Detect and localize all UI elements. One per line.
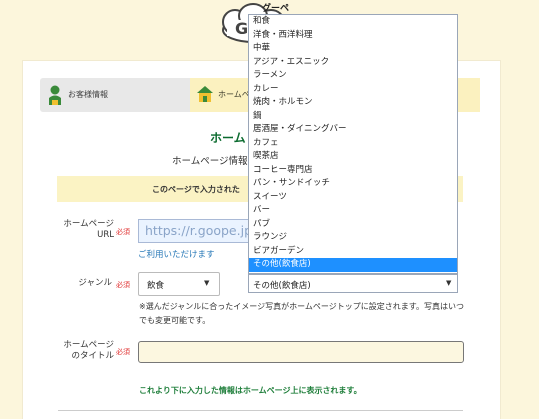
subgenre-dropdown-list[interactable]: 和食 洋食・西洋料理 中華 アジア・エスニック ラーメン カレー 焼肉・ホルモン鍋居酒屋・ダ…	[248, 14, 458, 274]
step-homepage-info-label: ホームペ	[218, 90, 250, 99]
dropdown-option[interactable]: バー	[249, 204, 457, 218]
divider	[58, 410, 463, 411]
svg-text:G: G	[235, 19, 248, 38]
subgenre-select[interactable]: その他(飲食店) ▼	[248, 274, 458, 293]
title-required-badge: 必須	[116, 348, 130, 356]
title-label-line1: ホームページ	[63, 340, 114, 350]
dropdown-option[interactable]: ラウンジ	[249, 231, 457, 245]
url-input[interactable]: https://r.goope.jp	[138, 219, 254, 243]
url-label-line1: ホームページ	[63, 219, 114, 229]
page-subtitle: ホームページ情報	[172, 156, 248, 167]
genre-note: ※選んだジャンルに合ったイメージ写真がホームページトップに設定されます。写真はい…	[139, 302, 464, 325]
title-label: ホームページ のタイトル	[52, 340, 114, 362]
dropdown-option[interactable]: 中華	[249, 42, 457, 56]
chevron-down-icon: ▼	[446, 279, 452, 287]
genre-select-value: 飲食	[147, 281, 165, 291]
genre-label: ジャンル	[78, 278, 112, 288]
dropdown-option[interactable]: カフェ	[249, 137, 457, 151]
dropdown-option[interactable]: アジア・エスニック	[249, 56, 457, 70]
dropdown-option[interactable]: ビアガーデン	[249, 245, 457, 259]
chevron-down-icon: ▼	[204, 279, 210, 287]
genre-select[interactable]: 飲食 ▼	[138, 272, 220, 296]
title-label-line2: のタイトル	[71, 351, 114, 361]
dropdown-option[interactable]: 居酒屋・ダイニングバー	[249, 123, 457, 137]
homepage-title-input[interactable]	[138, 341, 464, 363]
dropdown-option[interactable]: コーヒー専門店	[249, 164, 457, 178]
dropdown-option[interactable]: 喫茶店	[249, 150, 457, 164]
url-label-line2: URL	[97, 230, 114, 240]
notice-text: このページで入力された	[152, 185, 240, 194]
step-customer-info-label: お客様情報	[68, 90, 108, 99]
url-label: ホームページ URL	[52, 219, 114, 241]
dropdown-option[interactable]: スイーツ	[249, 191, 457, 205]
url-required-badge: 必須	[116, 228, 130, 236]
step-customer-info: お客様情報	[40, 78, 190, 112]
dropdown-option[interactable]: パブ	[249, 218, 457, 232]
bottom-info-text: これより下に入力した情報はホームページ上に表示されます。	[139, 386, 362, 395]
page-title: ホーム	[210, 131, 246, 145]
person-icon	[49, 85, 61, 105]
step-arrow	[180, 78, 190, 112]
dropdown-option[interactable]: 洋食・西洋料理	[249, 29, 457, 43]
logo-text: グーペ	[262, 4, 290, 14]
dropdown-option[interactable]: 焼肉・ホルモン	[249, 96, 457, 110]
house-icon	[197, 86, 213, 102]
url-help-link[interactable]: ご利用いただけます	[138, 248, 215, 260]
dropdown-option[interactable]: パン・サンドイッチ	[249, 177, 457, 191]
subgenre-select-value: その他(飲食店)	[253, 281, 311, 291]
dropdown-option[interactable]: 和食	[249, 15, 457, 29]
dropdown-option[interactable]: カレー	[249, 83, 457, 97]
genre-required-badge: 必須	[116, 281, 130, 289]
dropdown-option[interactable]: その他(飲食店)	[249, 258, 457, 272]
dropdown-option[interactable]: ラーメン	[249, 69, 457, 83]
dropdown-option[interactable]: 鍋	[249, 110, 457, 124]
